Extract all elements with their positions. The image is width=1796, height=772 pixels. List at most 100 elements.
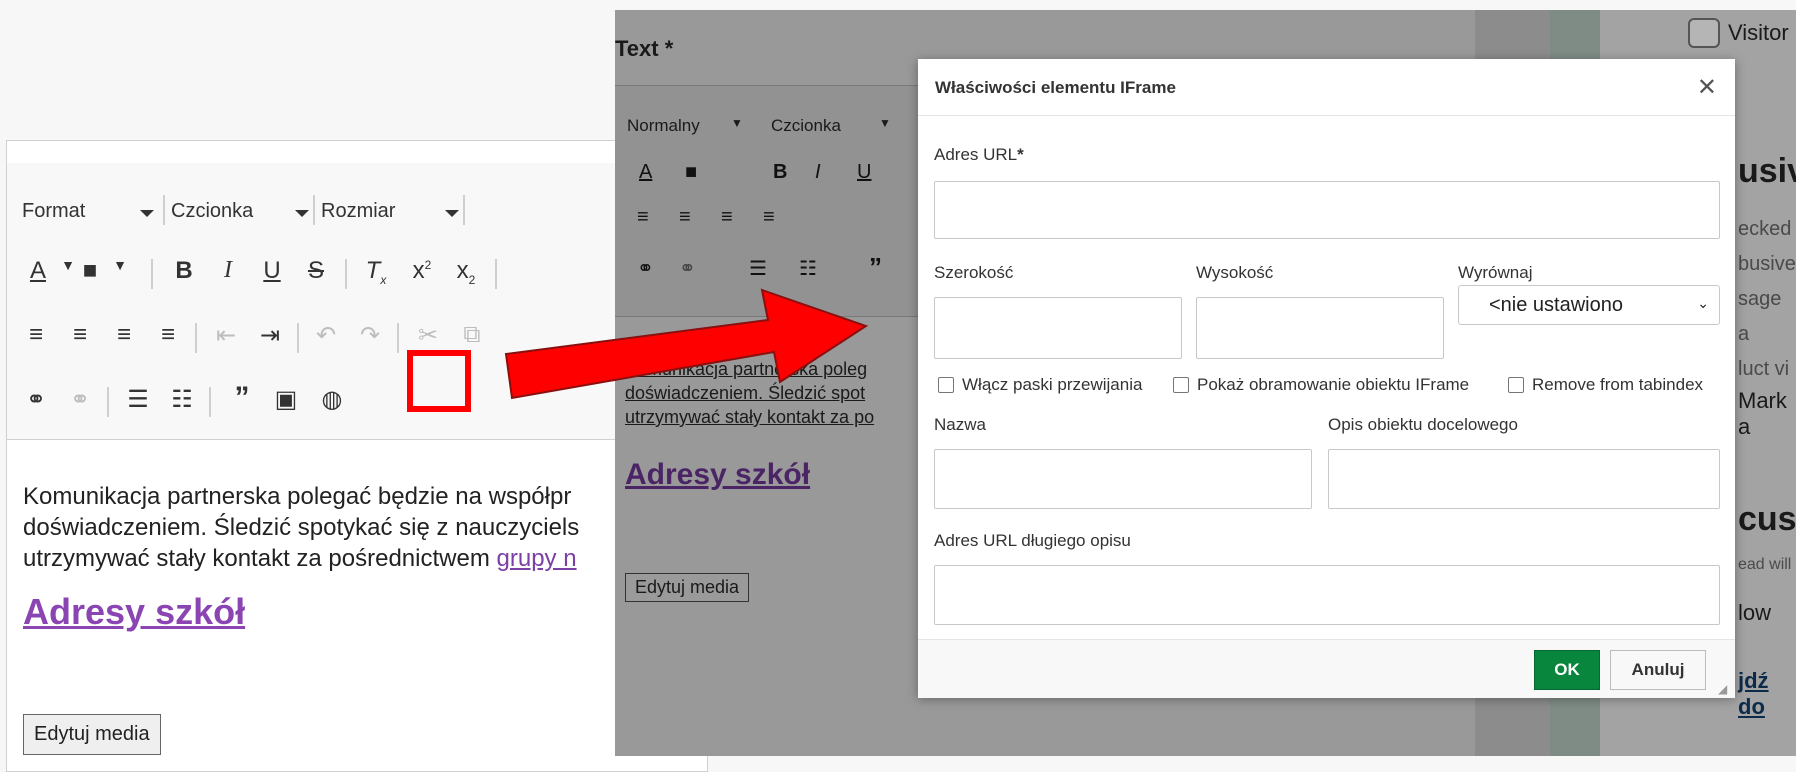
link-icon[interactable]: ⚭ — [19, 385, 53, 414]
bulleted-list-icon[interactable]: ☰ — [121, 385, 155, 414]
url-label: Adres URL* — [934, 145, 1024, 165]
unlink-icon[interactable]: ⚭ — [63, 385, 97, 414]
chevron-down-icon: ▼ — [879, 116, 891, 130]
url-input[interactable] — [934, 181, 1720, 239]
italic-icon: I — [815, 161, 821, 183]
heading-row: Adresy szkół — [23, 594, 703, 632]
chevron-down-icon: ▼ — [731, 116, 743, 130]
strikethrough-icon[interactable]: S — [299, 257, 333, 285]
target-desc-input[interactable] — [1328, 449, 1720, 509]
normal-dropdown: Normalny — [627, 116, 700, 135]
tabindex-checkbox-row[interactable]: Remove from tabindex — [1508, 375, 1703, 395]
background-color-icon: ■ — [685, 161, 698, 183]
chevron-down-icon — [445, 210, 459, 217]
scrollbars-label: Włącz paski przewijania — [962, 375, 1143, 394]
chevron-down-icon — [140, 210, 154, 217]
cancel-button[interactable]: Anuluj — [1610, 650, 1706, 690]
name-input[interactable] — [934, 449, 1312, 509]
close-icon[interactable]: ✕ — [1697, 73, 1717, 102]
blockquote-icon[interactable]: ” — [225, 381, 259, 415]
font-dropdown-dimmed: Czcionka — [771, 116, 841, 135]
paragraph-line: utrzymywać stały kontakt za pośrednictwe… — [23, 543, 703, 574]
width-label: Szerokość — [934, 263, 1014, 282]
bold-icon: B — [773, 161, 788, 183]
name-label: Nazwa — [934, 415, 986, 434]
scrollbars-checkbox[interactable] — [938, 377, 954, 393]
size-label: Rozmiar — [321, 200, 396, 222]
chevron-down-icon — [295, 210, 309, 217]
sidebar-line: busive — [1738, 253, 1796, 275]
toolbar-separator — [195, 323, 197, 353]
bold-icon[interactable]: B — [167, 257, 201, 285]
subscript-icon[interactable]: x2 — [449, 257, 483, 287]
indent-icon[interactable]: ⇥ — [253, 321, 287, 350]
align-left-icon: ≡ — [637, 206, 649, 228]
remove-format-icon[interactable]: Tx — [359, 257, 393, 287]
sidebar-line: luct vi — [1738, 358, 1790, 380]
dialog-footer: OK Anuluj ◢ — [918, 639, 1735, 698]
school-addresses-link[interactable]: Adresy szkół — [23, 591, 245, 632]
iframe-globe-icon[interactable]: ◍ — [315, 385, 349, 414]
sidebar-link: jdź do — [1738, 668, 1769, 719]
ok-button[interactable]: OK — [1534, 650, 1600, 690]
align-select-value: <nie ustawiono — [1489, 294, 1623, 316]
dimmed-edit-media-button: Edytuj media — [625, 573, 750, 602]
chevron-down-icon[interactable]: ▼ — [103, 257, 137, 273]
required-marker: * — [1017, 145, 1024, 164]
size-dropdown[interactable]: Rozmiar — [321, 200, 461, 223]
width-input[interactable] — [934, 297, 1182, 359]
sidebar-mark: Mark a — [1738, 388, 1787, 439]
align-label: Wyrównaj — [1458, 263, 1533, 282]
border-label: Pokaż obramowanie obiektu IFrame — [1197, 375, 1470, 394]
image-icon[interactable]: ▣ — [269, 385, 303, 414]
toolbar-separator — [345, 259, 347, 289]
scrollbars-checkbox-row[interactable]: Włącz paski przewijania — [938, 375, 1142, 395]
font-dropdown[interactable]: Czcionka — [171, 200, 311, 223]
italic-icon[interactable]: I — [211, 257, 245, 284]
align-select[interactable]: <nie ustawiono ⌄ — [1458, 285, 1720, 325]
numbered-list-icon[interactable]: ☷ — [165, 385, 199, 414]
align-right-icon: ≡ — [721, 206, 733, 228]
underline-icon[interactable]: U — [255, 257, 289, 285]
align-center-icon[interactable]: ≡ — [63, 321, 97, 349]
long-desc-input[interactable] — [934, 565, 1720, 625]
dialog-header: Właściwości elementu IFrame ✕ — [918, 59, 1735, 116]
background-color-icon[interactable]: ■ — [73, 257, 107, 285]
copy-icon[interactable]: ⧉ — [455, 321, 489, 349]
height-input[interactable] — [1196, 297, 1444, 359]
height-label: Wysokość — [1196, 263, 1274, 282]
justify-icon[interactable]: ≡ — [151, 321, 185, 349]
sidebar-heading: usiv — [1738, 152, 1796, 190]
toolbar-separator — [313, 195, 315, 225]
text-color-icon[interactable]: A — [21, 257, 55, 285]
sidebar-line: sage a — [1738, 288, 1782, 345]
format-label: Format — [22, 200, 86, 222]
sidebar-small-text: ead will — [1738, 556, 1792, 573]
long-desc-label: Adres URL długiego opisu — [934, 531, 1131, 550]
align-right-icon[interactable]: ≡ — [107, 321, 141, 349]
undo-icon[interactable]: ↶ — [309, 321, 343, 350]
left-editor-content[interactable]: Komunikacja partnerska polegać będzie na… — [23, 481, 703, 755]
cut-icon[interactable]: ✂ — [411, 321, 445, 350]
align-left-icon[interactable]: ≡ — [19, 321, 53, 349]
edit-media-button[interactable]: Edytuj media — [23, 714, 161, 755]
redo-icon[interactable]: ↷ — [353, 321, 387, 350]
resize-handle-icon[interactable]: ◢ — [1718, 682, 1727, 696]
outdent-icon[interactable]: ⇤ — [209, 321, 243, 350]
visitor-checkbox — [1688, 18, 1720, 48]
paragraph-line: doświadczeniem. Śledzić spotykać się z n… — [23, 514, 580, 541]
border-checkbox[interactable] — [1173, 377, 1189, 393]
text-field-label: Text * — [615, 36, 674, 61]
tabindex-checkbox[interactable] — [1508, 377, 1524, 393]
target-desc-label: Opis obiektu docelowego — [1328, 415, 1518, 434]
tabindex-label: Remove from tabindex — [1532, 375, 1704, 394]
sidebar-line: ecked — [1738, 218, 1792, 240]
font-label: Czcionka — [171, 200, 254, 222]
underline-icon: U — [857, 161, 872, 183]
superscript-icon[interactable]: x2 — [405, 257, 439, 285]
format-dropdown[interactable]: Format — [22, 200, 162, 223]
toolbar-separator — [209, 387, 211, 417]
paragraph-line: Komunikacja partnerska polegać będzie na… — [23, 483, 572, 510]
group-link[interactable]: grupy n — [497, 545, 577, 572]
border-checkbox-row[interactable]: Pokaż obramowanie obiektu IFrame — [1173, 375, 1469, 395]
